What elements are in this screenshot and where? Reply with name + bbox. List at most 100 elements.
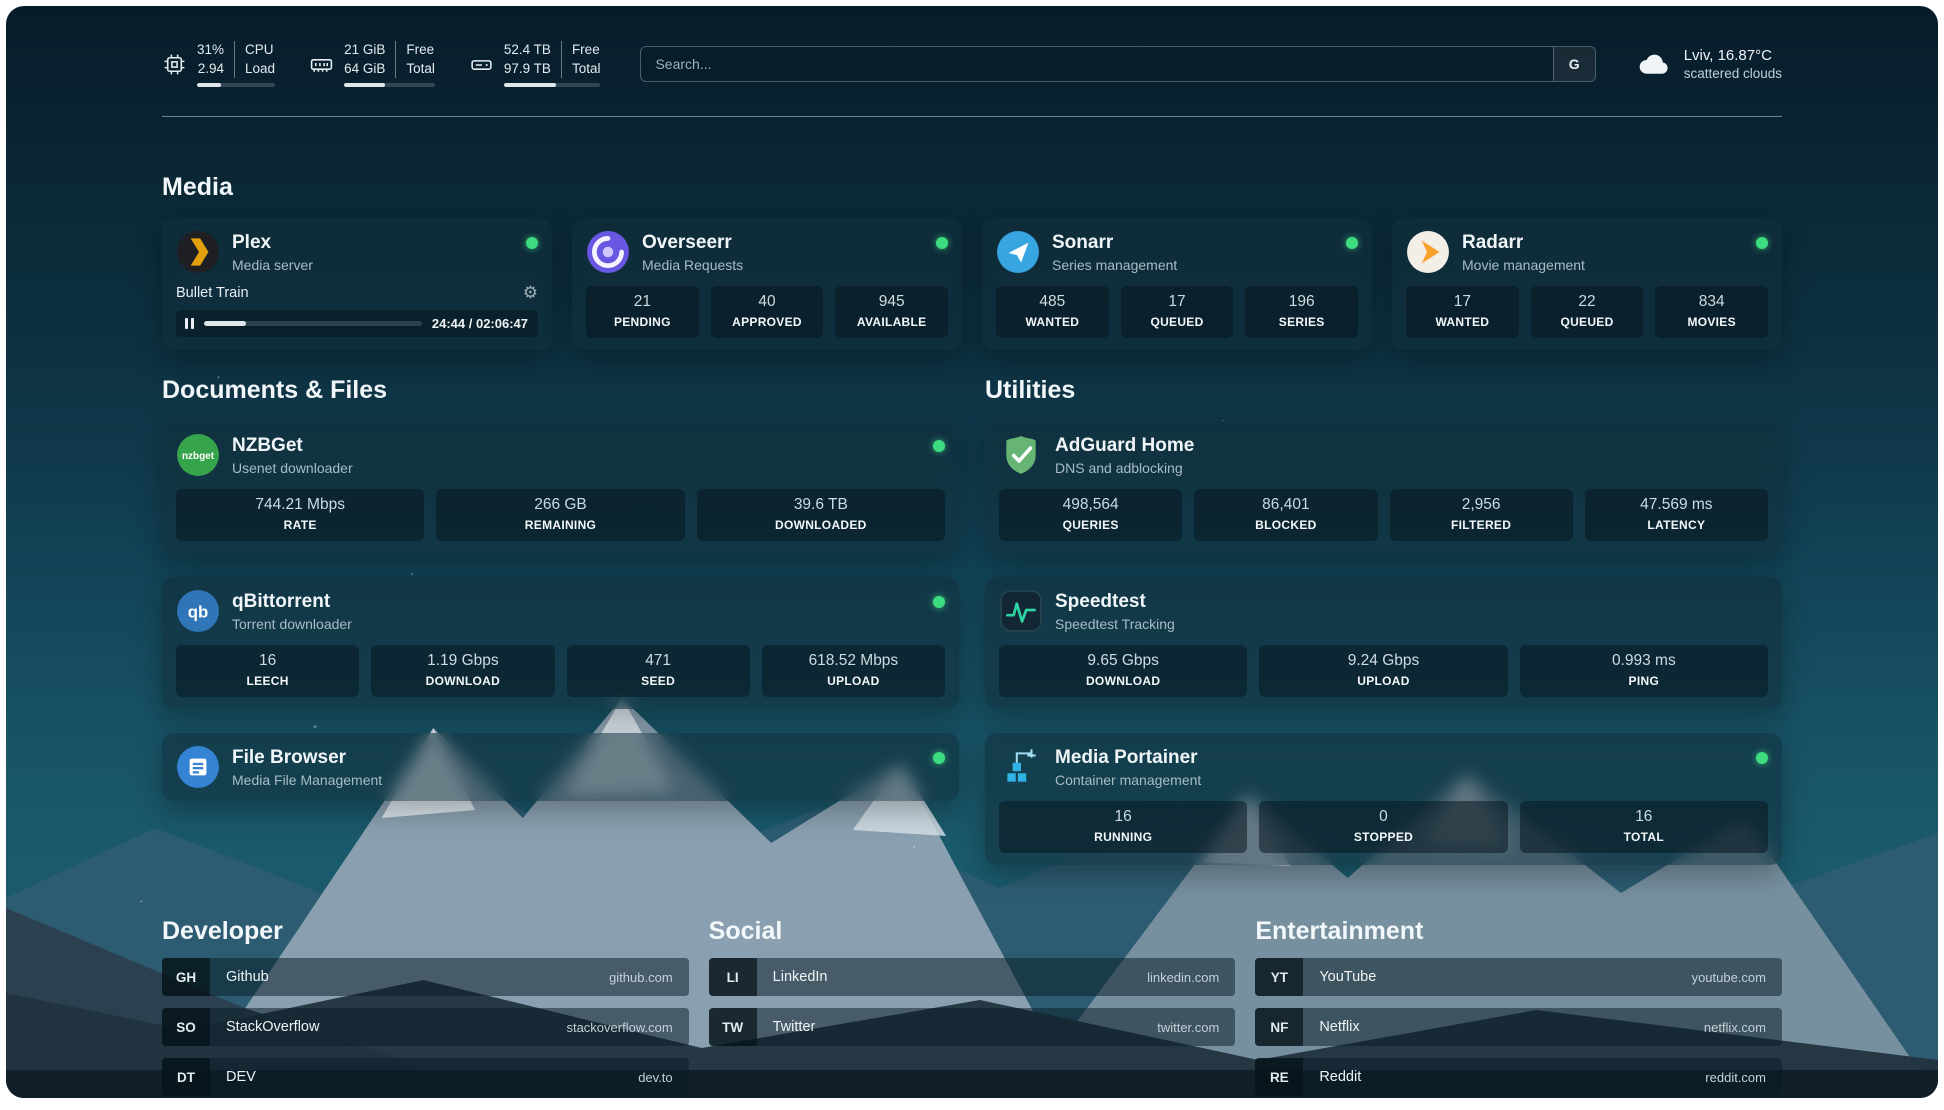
gear-icon[interactable]: ⚙ [523, 284, 538, 301]
bookmark-reddit[interactable]: RE Reddit reddit.com [1255, 1058, 1782, 1096]
stat-latency: 47.569 ms LATENCY [1585, 489, 1768, 541]
search-engine-button[interactable]: G [1553, 47, 1595, 81]
bookmark-dev[interactable]: DT DEV dev.to [162, 1058, 689, 1096]
app-subtitle: Media Requests [642, 257, 743, 273]
speedtest-card[interactable]: Speedtest Speedtest Tracking 9.65 Gbps D… [985, 577, 1782, 709]
bookmark-name: DEV [226, 1069, 256, 1085]
plex-card[interactable]: Plex Media server Bullet Train ⚙ [162, 218, 552, 350]
app-subtitle: Movie management [1462, 257, 1585, 273]
ram-free-value: 21 GiB [344, 41, 385, 59]
stat-queued: 17 QUEUED [1121, 286, 1234, 338]
status-dot [933, 752, 945, 764]
bookmark-name: LinkedIn [773, 969, 828, 985]
stat-filtered: 2,956 FILTERED [1390, 489, 1573, 541]
cpu-label: CPU [245, 41, 274, 59]
bookmark-twitter[interactable]: TW Twitter twitter.com [709, 1008, 1236, 1046]
status-dot [936, 237, 948, 249]
status-dot [1756, 752, 1768, 764]
app-subtitle: Series management [1052, 257, 1177, 273]
filebrowser-card[interactable]: File Browser Media File Management [162, 733, 959, 801]
cpu-progress-bar [197, 83, 275, 87]
stat-total: 16 TOTAL [1520, 801, 1768, 853]
app-subtitle: Speedtest Tracking [1055, 616, 1175, 632]
stat-downloaded: 39.6 TB DOWNLOADED [697, 489, 945, 541]
system-metrics: 31% 2.94 CPU Load [162, 41, 600, 86]
app-name: qBittorrent [232, 591, 352, 613]
disk-metric: 52.4 TB 97.9 TB Free Total [469, 41, 601, 86]
status-dot [1346, 237, 1358, 249]
metric-divider [234, 41, 235, 77]
stat-wanted: 17 WANTED [1406, 286, 1519, 338]
plex-icon [176, 230, 220, 274]
app-subtitle: Torrent downloader [232, 616, 352, 632]
nzbget-icon: nzbget [176, 433, 220, 477]
cpu-usage-value: 31% [197, 41, 224, 59]
search-input[interactable] [641, 56, 1552, 72]
bookmark-stackoverflow[interactable]: SO StackOverflow stackoverflow.com [162, 1008, 689, 1046]
app-name: Radarr [1462, 232, 1585, 254]
stat-pending: 21 PENDING [586, 286, 699, 338]
portainer-card[interactable]: Media Portainer Container management 16 … [985, 733, 1782, 865]
radarr-card[interactable]: Radarr Movie management 17 WANTED 22 QUE… [1392, 218, 1782, 350]
stat-stopped: 0 STOPPED [1259, 801, 1507, 853]
bookmark-url: linkedin.com [1147, 970, 1219, 985]
status-dot [933, 596, 945, 608]
weather-location: Lviv, 16.87°C [1684, 47, 1782, 64]
overseerr-icon [586, 230, 630, 274]
bookmark-abbr: LI [709, 958, 757, 996]
bookmark-youtube[interactable]: YT YouTube youtube.com [1255, 958, 1782, 996]
disk-total-value: 97.9 TB [504, 60, 551, 78]
ram-total-value: 64 GiB [344, 60, 385, 78]
bookmark-abbr: TW [709, 1008, 757, 1046]
stat-ping: 0.993 ms PING [1520, 645, 1768, 697]
app-name: NZBGet [232, 435, 353, 457]
disk-free-label: Free [572, 41, 600, 59]
stat-upload: 9.24 Gbps UPLOAD [1259, 645, 1507, 697]
stat-series: 196 SERIES [1245, 286, 1358, 338]
disk-total-label: Total [572, 60, 601, 78]
bookmark-github[interactable]: GH Github github.com [162, 958, 689, 996]
app-subtitle: DNS and adblocking [1055, 460, 1194, 476]
sonarr-card[interactable]: Sonarr Series management 485 WANTED 17 Q… [982, 218, 1372, 350]
app-subtitle: Container management [1055, 772, 1201, 788]
bookmark-linkedin[interactable]: LI LinkedIn linkedin.com [709, 958, 1236, 996]
bookmark-url: dev.to [638, 1070, 672, 1085]
app-name: Plex [232, 232, 313, 254]
bookmark-name: Github [226, 969, 269, 985]
now-playing-title: Bullet Train [176, 285, 249, 301]
documents-heading: Documents & Files [162, 376, 959, 405]
entertainment-heading: Entertainment [1255, 917, 1782, 946]
pause-icon[interactable] [185, 318, 194, 329]
stat-upload: 618.52 Mbps UPLOAD [762, 645, 945, 697]
nzbget-card[interactable]: nzbget NZBGet Usenet downloader 744.21 M… [162, 421, 959, 553]
entertainment-bookmarks: Entertainment YT YouTube youtube.com NF … [1255, 917, 1782, 1096]
bookmark-url: github.com [609, 970, 673, 985]
status-dot [526, 237, 538, 249]
bookmark-url: reddit.com [1705, 1070, 1766, 1085]
stat-queued: 22 QUEUED [1531, 286, 1644, 338]
cpu-metric: 31% 2.94 CPU Load [162, 41, 275, 86]
adguard-shield-icon [999, 433, 1043, 477]
status-dot [1756, 237, 1768, 249]
playback-progress-track[interactable] [204, 321, 422, 326]
app-name: Overseerr [642, 232, 743, 254]
bookmark-abbr: GH [162, 958, 210, 996]
overseerr-card[interactable]: Overseerr Media Requests 21 PENDING 40 A… [572, 218, 962, 350]
stat-queries: 498,564 QUERIES [999, 489, 1182, 541]
developer-heading: Developer [162, 917, 689, 946]
bookmark-netflix[interactable]: NF Netflix netflix.com [1255, 1008, 1782, 1046]
disk-progress-bar [504, 83, 601, 87]
stat-seed: 471 SEED [567, 645, 750, 697]
qbittorrent-card[interactable]: qb qBittorrent Torrent downloader 16 LEE… [162, 577, 959, 709]
weather-widget: Lviv, 16.87°C scattered clouds [1636, 46, 1782, 82]
utilities-column: Utilities AdGuard Home DNS and adblocki [985, 376, 1782, 865]
bookmark-abbr: DT [162, 1058, 210, 1096]
ram-metric: 21 GiB 64 GiB Free Total [309, 41, 435, 86]
adguard-card[interactable]: AdGuard Home DNS and adblocking 498,564 … [985, 421, 1782, 553]
header: 31% 2.94 CPU Load [162, 36, 1782, 92]
radarr-icon [1406, 230, 1450, 274]
svg-text:qb: qb [188, 602, 208, 621]
stat-running: 16 RUNNING [999, 801, 1247, 853]
speedtest-icon [999, 589, 1043, 633]
disk-icon [469, 52, 494, 77]
